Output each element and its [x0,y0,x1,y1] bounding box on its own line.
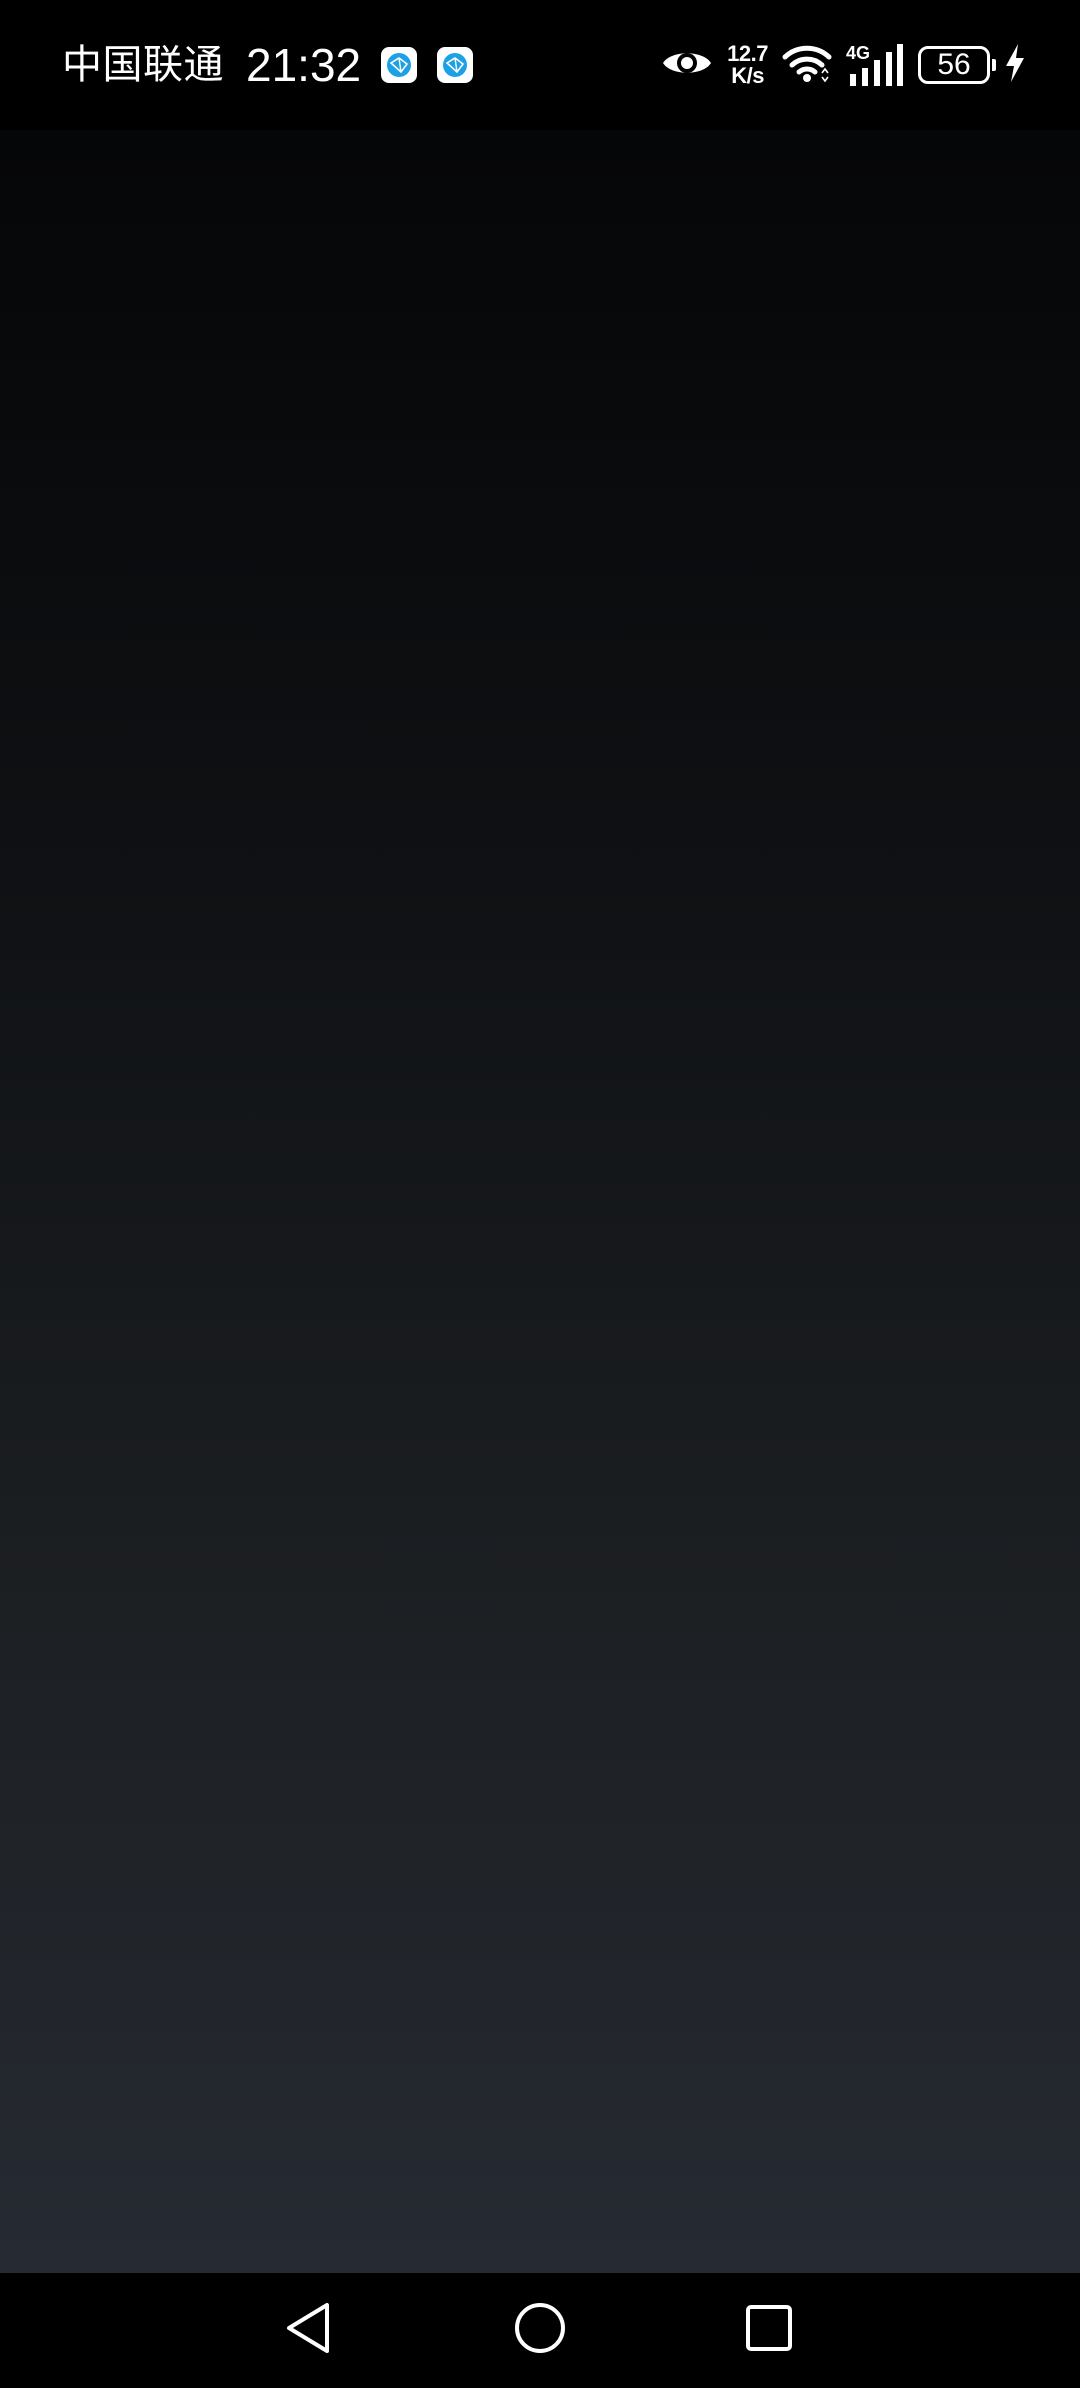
status-bar: 中国联通 21:32 12.7 K/s 4G 56 [0,0,1080,130]
network-speed-value: 12.7 [727,41,768,66]
battery-icon: 56 [918,46,996,84]
back-button[interactable] [274,2295,344,2365]
battery-level: 56 [937,48,971,81]
navigation-bar [0,2273,1080,2388]
home-circle-icon [513,2301,567,2360]
network-speed: 12.7 K/s [727,43,768,87]
wifi-icon [782,43,832,88]
recents-square-icon [744,2303,794,2358]
recents-button[interactable] [734,2295,804,2365]
home-button[interactable] [505,2295,575,2365]
status-bar-right: 12.7 K/s 4G 56 [661,38,1026,92]
app-notification-icon [437,47,474,83]
carrier-name: 中国联通 [62,43,224,87]
status-bar-left: 中国联通 21:32 [62,39,474,91]
blank-content-area [0,130,1080,2273]
cellular-signal-icon: 4G [846,42,904,88]
back-triangle-icon [284,2301,334,2360]
eye-icon [661,46,713,85]
app-notification-icon [381,47,418,83]
status-time: 21:32 [246,39,362,91]
charging-bolt-icon [1004,43,1026,88]
network-speed-unit: K/s [731,63,764,88]
